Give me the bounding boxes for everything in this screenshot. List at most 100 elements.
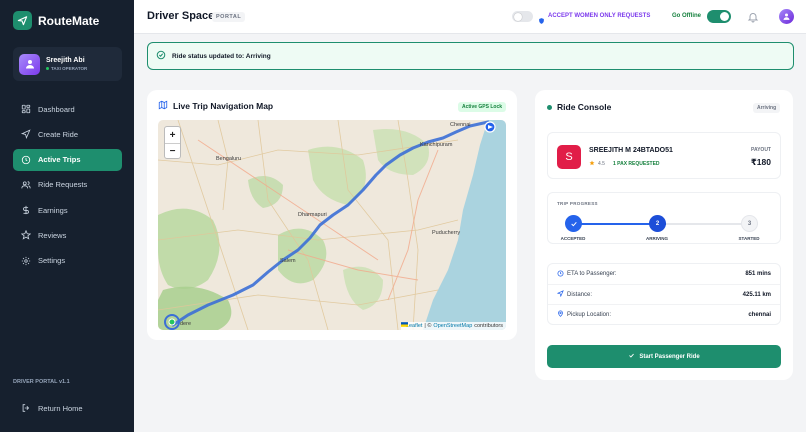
pickup-label: Pickup Location:	[567, 311, 612, 318]
map-label-dharmapuri: Dharmapuri	[298, 212, 327, 218]
map-label-bengaluru: Bengaluru	[216, 156, 242, 162]
live-dot-icon	[547, 104, 552, 110]
attribution-separator: | ©	[424, 323, 432, 329]
map-zoom-control: + −	[164, 126, 181, 159]
list-item: Distance: 425.11 km	[548, 284, 780, 304]
passenger-name: SREEJITH M 24BTADO51	[589, 147, 673, 154]
map-label-kanchipuram: Kanchipuram	[420, 142, 453, 148]
sidebar-item-label: Ride Requests	[38, 180, 88, 190]
online-dot-icon	[46, 67, 49, 70]
ride-console-card: Ride Console Arriving S SREEJITH M 24BTA…	[535, 90, 793, 380]
topbar: Driver Space PORTAL ACCEPT WOMEN ONLY RE…	[134, 0, 806, 34]
sidebar-item-ride-requests[interactable]: Ride Requests	[13, 174, 122, 196]
payout-value: ₹180	[750, 157, 771, 167]
sidebar-item-label: Settings	[38, 256, 66, 266]
leaflet-link[interactable]: Leaflet	[406, 323, 423, 329]
step-accepted	[565, 215, 582, 232]
user-name: Sreejith Abi	[46, 57, 85, 64]
step-arriving: 2	[649, 215, 666, 232]
passenger-card: S SREEJITH M 24BTADO51 4.5 1 PAX REQUEST…	[547, 132, 781, 179]
trip-info-list: ETA to Passenger: 851 mins Distance: 425…	[547, 263, 781, 325]
sidebar-item-earnings[interactable]: Earnings	[13, 199, 122, 221]
check-icon	[628, 352, 635, 361]
destination-marker-icon	[484, 121, 496, 133]
send-icon	[21, 129, 31, 140]
sidebar-item-label: Reviews	[38, 230, 67, 240]
user-role: TAXI OPERATOR	[51, 66, 88, 71]
brand-name: RouteMate	[38, 13, 100, 28]
openstreetmap-link[interactable]: OpenStreetMap	[433, 323, 472, 329]
check-circle-icon	[156, 47, 166, 65]
list-item: ETA to Passenger: 851 mins	[548, 264, 780, 284]
step-label-accepted: ACCEPTED	[560, 236, 586, 241]
status-text: Ride status updated to: Arriving	[172, 52, 271, 60]
passenger-avatar: S	[557, 145, 581, 169]
gps-badge: Active GPS Lock	[458, 102, 507, 112]
pax-requested: 1 PAX REQUESTED	[612, 161, 660, 167]
start-passenger-ride-button[interactable]: Start Passenger Ride	[547, 345, 781, 368]
routemate-logo-icon	[13, 11, 32, 30]
go-offline-label: Go Offline	[672, 13, 701, 19]
grid-icon	[21, 104, 31, 114]
distance-value: 425.11 km	[742, 291, 771, 298]
women-only-toggle[interactable]	[512, 11, 533, 22]
user-card[interactable]: Sreejith Abi TAXI OPERATOR	[13, 47, 122, 81]
attribution-contributors: contributors	[474, 323, 503, 329]
trip-progress-title: TRIP PROGRESS	[557, 201, 598, 206]
step-started: 3	[741, 215, 758, 232]
profile-avatar[interactable]	[779, 9, 794, 24]
portal-version: DRIVER PORTAL v1.1	[13, 379, 70, 385]
status-banner: Ride status updated to: Arriving	[147, 42, 794, 70]
sidebar-item-label: Active Trips	[38, 155, 81, 165]
zoom-in-button[interactable]: +	[165, 127, 180, 143]
sidebar: RouteMate Sreejith Abi TAXI OPERATOR Das…	[0, 0, 134, 432]
trip-map[interactable]: Bengaluru Salem Chennai Kanchipuram Dhar…	[158, 120, 506, 330]
women-only-label: ACCEPT WOMEN ONLY REQUESTS	[548, 13, 651, 19]
sidebar-item-reviews[interactable]: Reviews	[13, 224, 122, 246]
zoom-out-button[interactable]: −	[165, 143, 180, 159]
sidebar-item-label: Create Ride	[38, 129, 79, 139]
sidebar-item-dashboard[interactable]: Dashboard	[13, 98, 122, 120]
eta-value: 851 mins	[745, 271, 771, 277]
sidebar-item-create-ride[interactable]: Create Ride	[13, 123, 122, 145]
map-title: Live Trip Navigation Map	[173, 101, 274, 111]
start-ride-label: Start Passenger Ride	[639, 353, 700, 360]
pin-icon	[557, 310, 564, 319]
shield-icon	[538, 12, 545, 30]
passenger-rating: 4.5	[598, 161, 605, 167]
brand[interactable]: RouteMate	[13, 11, 99, 30]
map-tiles	[158, 120, 506, 330]
portal-badge: PORTAL	[212, 12, 246, 22]
send-icon	[556, 290, 564, 299]
clock-icon	[557, 270, 564, 279]
sidebar-item-active-trips[interactable]: Active Trips	[13, 148, 122, 171]
distance-label: Distance:	[567, 291, 593, 298]
return-home-label: Return Home	[38, 403, 83, 413]
bell-icon[interactable]	[747, 10, 759, 28]
user-icon	[25, 60, 34, 69]
map-card: Live Trip Navigation Map Active GPS Lock	[147, 90, 517, 340]
status-badge: Arriving	[753, 103, 781, 113]
sidebar-item-label: Earnings	[38, 205, 68, 215]
console-title: Ride Console	[557, 102, 612, 112]
step-label-started: STARTED	[738, 236, 760, 241]
logout-icon	[21, 403, 31, 413]
step-label-arriving: ARRIVING	[645, 236, 668, 241]
sidebar-item-settings[interactable]: Settings	[13, 250, 122, 272]
online-status-toggle[interactable]	[707, 10, 731, 23]
map-label-puducherry: Puducherry	[432, 230, 461, 236]
check-icon	[570, 221, 577, 226]
return-home-button[interactable]: Return Home	[13, 398, 122, 418]
payout-label: PAYOUT	[750, 147, 771, 153]
map-label-chennai: Chennai	[450, 122, 471, 128]
map-icon	[158, 100, 168, 112]
avatar	[19, 53, 40, 75]
pickup-value: chennai	[748, 311, 771, 318]
trip-progress: TRIP PROGRESS 2 3 ACCEPTED ARRIVING STAR…	[547, 192, 781, 244]
map-label-dere: dere	[180, 321, 192, 327]
list-item: Pickup Location: chennai	[548, 304, 780, 324]
star-icon	[21, 230, 31, 241]
dollar-icon	[21, 205, 31, 215]
sidebar-nav: Dashboard Create Ride Active Trips Ride …	[13, 98, 122, 275]
user-icon	[783, 13, 790, 20]
